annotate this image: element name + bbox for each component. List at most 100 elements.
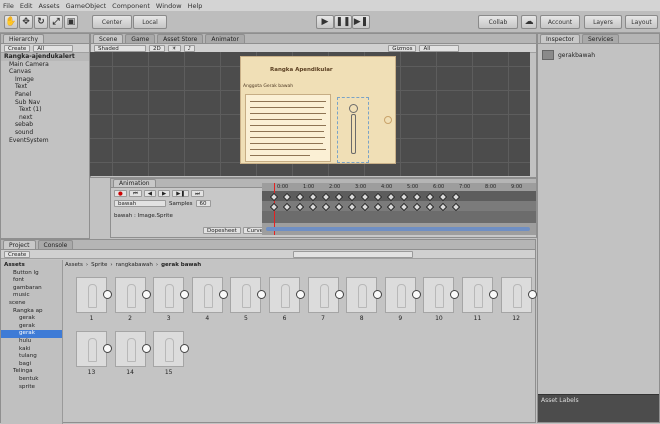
tree-item[interactable]: music — [1, 292, 62, 300]
project-create-button[interactable]: Create — [4, 250, 31, 258]
hierarchy-item[interactable]: sebab — [1, 121, 89, 129]
next-frame-icon[interactable]: ▶❚ — [172, 190, 190, 197]
mode-2d-toggle[interactable]: 2D — [149, 44, 165, 52]
tab-services[interactable]: Services — [582, 34, 620, 43]
layout-button[interactable]: Layout — [625, 15, 658, 29]
menu-help[interactable]: Help — [188, 2, 203, 10]
sprite-thumbnail[interactable] — [500, 277, 532, 313]
rect-tool-icon[interactable]: ▣ — [64, 15, 78, 29]
samples-field[interactable]: 60 — [195, 200, 211, 207]
hierarchy-item[interactable]: sound — [1, 129, 89, 137]
tree-item[interactable]: Button lg — [1, 270, 62, 278]
tree-item[interactable]: gambaran — [1, 285, 62, 293]
light-toggle-icon[interactable]: ☀ — [167, 44, 181, 52]
expand-sprite-icon[interactable] — [103, 344, 112, 353]
shading-dropdown[interactable]: Shaded — [94, 44, 146, 52]
sprite-thumbnail[interactable] — [114, 277, 146, 313]
expand-sprite-icon[interactable] — [527, 290, 537, 299]
tree-item[interactable]: bagi — [1, 361, 62, 369]
breadcrumb-item[interactable]: Assets — [65, 262, 83, 268]
expand-sprite-icon[interactable] — [411, 290, 421, 299]
pause-icon[interactable]: ❚❚ — [334, 15, 352, 29]
expand-sprite-icon[interactable] — [296, 290, 305, 299]
tab-console[interactable]: Console — [37, 240, 74, 249]
hierarchy-item[interactable]: Text (1) — [1, 106, 89, 114]
expand-sprite-icon[interactable] — [450, 290, 460, 299]
expand-sprite-icon[interactable] — [373, 290, 383, 299]
skeleton-sprite-bounds[interactable] — [337, 97, 369, 163]
menu-gameobject[interactable]: GameObject — [66, 2, 107, 10]
timeline-scrollbar[interactable] — [266, 227, 530, 231]
hierarchy-item[interactable]: Text — [1, 83, 89, 91]
tree-item[interactable]: font — [1, 277, 62, 285]
expand-sprite-icon[interactable] — [141, 344, 151, 353]
tab-hierarchy[interactable]: Hierarchy — [3, 34, 45, 43]
tab-animation[interactable]: Animation — [113, 179, 156, 187]
tree-item[interactable]: bentuk — [1, 376, 62, 384]
tab-inspector[interactable]: Inspector — [540, 34, 580, 43]
tree-item[interactable]: sprite — [1, 384, 62, 392]
play-icon[interactable]: ▶ — [316, 15, 334, 29]
animated-property[interactable]: bawah : Image.Sprite — [114, 213, 173, 219]
tree-item[interactable]: scene — [1, 300, 62, 308]
menu-window[interactable]: Window — [156, 2, 182, 10]
tree-item[interactable]: Rangka ap — [1, 308, 62, 316]
record-icon[interactable]: ● — [114, 190, 127, 197]
tab-project[interactable]: Project — [3, 240, 36, 249]
tab-scene[interactable]: Scene — [93, 34, 124, 43]
expand-sprite-icon[interactable] — [334, 290, 344, 299]
menu-file[interactable]: File — [3, 2, 14, 10]
expand-sprite-icon[interactable] — [180, 344, 190, 353]
clip-dropdown[interactable]: bawah — [114, 200, 166, 207]
play-clip-icon[interactable]: ▶ — [158, 190, 171, 197]
expand-sprite-icon[interactable] — [103, 290, 112, 299]
tree-item[interactable]: Telinga — [1, 368, 62, 376]
breadcrumb-item[interactable]: Sprite — [91, 262, 107, 268]
hand-tool-icon[interactable]: ✋ — [4, 15, 18, 29]
hierarchy-item[interactable]: Sub Nav — [1, 99, 89, 107]
first-frame-icon[interactable]: ⏮ — [128, 190, 142, 197]
animation-timeline[interactable]: 0:00 1:00 2:00 3:00 4:00 5:00 6:00 7:00 … — [262, 183, 536, 235]
create-button[interactable]: Create — [4, 44, 31, 52]
tab-game[interactable]: Game — [125, 34, 156, 43]
expand-sprite-icon[interactable] — [257, 290, 267, 299]
tree-item[interactable]: tulang — [1, 353, 62, 361]
space-button[interactable]: Local — [133, 15, 167, 29]
breadcrumb-item[interactable]: gerak bawah — [161, 262, 201, 268]
expand-sprite-icon[interactable] — [489, 290, 498, 299]
hierarchy-search-input[interactable]: All — [33, 44, 74, 52]
expand-sprite-icon[interactable] — [180, 290, 190, 299]
hierarchy-item[interactable]: Image — [1, 76, 89, 84]
breadcrumb-item[interactable]: rangkabawah — [116, 262, 153, 268]
project-search-input[interactable] — [293, 250, 414, 258]
hierarchy-item[interactable]: Canvas — [1, 68, 89, 76]
pivot-button[interactable]: Center — [92, 15, 132, 29]
menu-assets[interactable]: Assets — [38, 2, 59, 10]
audio-toggle-icon[interactable]: ♪ — [183, 44, 196, 52]
hierarchy-item[interactable]: Main Camera — [1, 61, 89, 69]
expand-sprite-icon[interactable] — [218, 290, 228, 299]
hierarchy-item[interactable]: EventSystem — [1, 137, 89, 145]
tree-item[interactable]: kaki — [1, 346, 62, 354]
scene-root[interactable]: Rangka-ajendukalert — [1, 53, 89, 61]
tree-item[interactable]: hulu — [1, 338, 62, 346]
tree-item[interactable]: gerak — [1, 323, 62, 331]
hierarchy-item[interactable]: next — [1, 114, 89, 122]
scene-search-input[interactable]: All — [419, 44, 460, 52]
dopesheet-button[interactable]: Dopesheet — [203, 227, 241, 234]
step-icon[interactable]: ▶❚ — [352, 15, 370, 29]
menu-component[interactable]: Component — [112, 2, 150, 10]
move-tool-icon[interactable]: ✥ — [19, 15, 33, 29]
tree-item[interactable]: gerak — [1, 315, 62, 323]
layers-button[interactable]: Layers — [584, 15, 622, 29]
sprite-thumbnail[interactable] — [114, 331, 146, 367]
menu-edit[interactable]: Edit — [20, 2, 33, 10]
next-button-icon[interactable] — [384, 116, 392, 124]
gizmos-dropdown[interactable]: Gizmos — [388, 44, 417, 52]
tree-item-selected[interactable]: gerak — [1, 330, 62, 338]
prev-frame-icon[interactable]: ◀ — [143, 190, 156, 197]
sprite-thumbnail[interactable] — [307, 277, 339, 313]
expand-sprite-icon[interactable] — [141, 290, 151, 299]
tab-animator[interactable]: Animator — [205, 34, 245, 43]
hierarchy-item[interactable]: Panel — [1, 91, 89, 99]
